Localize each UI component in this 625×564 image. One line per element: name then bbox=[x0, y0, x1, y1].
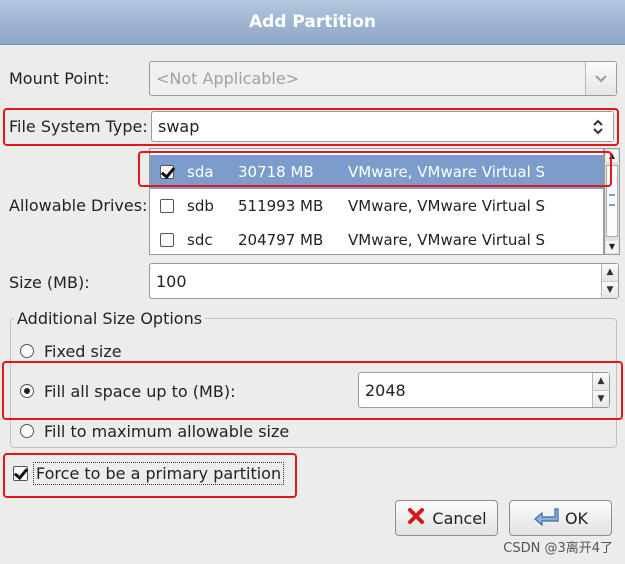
size-label: Size (MB): bbox=[9, 273, 90, 292]
ok-button-label: OK bbox=[564, 508, 589, 528]
sda-highlight bbox=[138, 151, 612, 187]
drive-name: sdc bbox=[187, 231, 213, 249]
dialog-title: Add Partition bbox=[0, 0, 625, 45]
ok-button[interactable]: OK bbox=[509, 500, 612, 536]
cancel-button[interactable]: Cancel bbox=[395, 500, 498, 536]
drive-checkbox[interactable] bbox=[160, 199, 174, 213]
spin-up-icon[interactable]: ▲ bbox=[602, 264, 618, 281]
fill-upto-spinner[interactable]: 2048 ▲ ▼ bbox=[358, 372, 610, 408]
fs-type-value: swap bbox=[158, 117, 200, 136]
cancel-x-icon bbox=[406, 506, 426, 530]
drive-model: VMware, VMware Virtual S bbox=[348, 197, 546, 215]
drive-row-sdb[interactable]: sdb 511993 MB VMware, VMware Virtual S bbox=[150, 189, 603, 223]
return-arrow-icon bbox=[533, 506, 559, 530]
drive-row-sdc[interactable]: sdc 204797 MB VMware, VMware Virtual S bbox=[150, 223, 603, 257]
size-spinner[interactable]: 100 ▲ ▼ bbox=[149, 263, 619, 299]
mount-point-combo[interactable]: <Not Applicable> bbox=[149, 61, 617, 96]
drive-name: sdb bbox=[187, 197, 214, 215]
cancel-button-label: Cancel bbox=[432, 508, 487, 528]
drives-label: Allowable Drives: bbox=[9, 196, 148, 215]
spin-down-icon[interactable]: ▼ bbox=[593, 389, 609, 407]
chevron-down-icon[interactable] bbox=[585, 62, 616, 95]
primary-checkbox[interactable] bbox=[13, 466, 28, 481]
fill-max-radio[interactable] bbox=[20, 424, 34, 438]
primary-label: Force to be a primary partition bbox=[33, 462, 285, 485]
size-options-title: Additional Size Options bbox=[14, 309, 206, 328]
scroll-down-icon[interactable]: ▼ bbox=[606, 241, 618, 253]
fill-max-label: Fill to maximum allowable size bbox=[44, 422, 290, 441]
fill-upto-label: Fill all space up to (MB): bbox=[44, 382, 236, 401]
watermark: CSDN @3离开4了 bbox=[503, 541, 613, 556]
fs-type-label: File System Type: bbox=[9, 117, 148, 136]
drive-model: VMware, VMware Virtual S bbox=[348, 231, 546, 249]
spin-down-icon[interactable]: ▼ bbox=[602, 280, 618, 298]
fixed-size-label: Fixed size bbox=[44, 342, 122, 361]
size-value: 100 bbox=[156, 271, 187, 291]
updown-arrows-icon[interactable] bbox=[583, 112, 613, 141]
fill-upto-value: 2048 bbox=[365, 380, 406, 400]
mount-point-label: Mount Point: bbox=[9, 69, 110, 88]
spin-up-icon[interactable]: ▲ bbox=[593, 373, 609, 390]
drive-size: 204797 MB bbox=[238, 231, 324, 249]
fixed-size-radio[interactable] bbox=[20, 344, 34, 358]
drive-checkbox[interactable] bbox=[160, 233, 174, 247]
fill-upto-radio[interactable] bbox=[20, 384, 34, 398]
fs-type-combo[interactable]: swap bbox=[151, 111, 614, 142]
mount-point-value: <Not Applicable> bbox=[156, 69, 300, 88]
drive-size: 511993 MB bbox=[238, 197, 324, 215]
